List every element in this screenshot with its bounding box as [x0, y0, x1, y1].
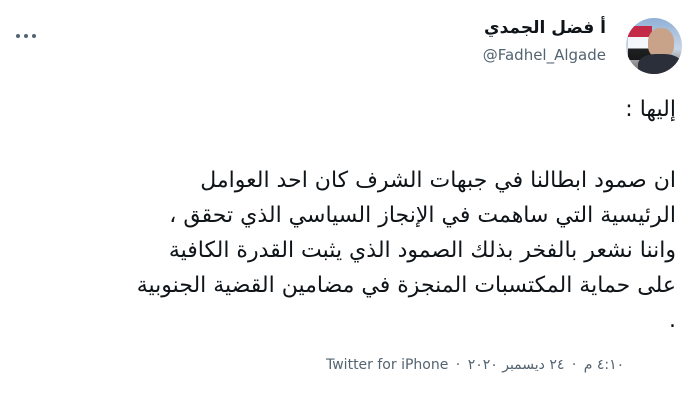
tweet-line: . [669, 308, 676, 333]
avatar[interactable] [626, 18, 682, 74]
tweet-line: الرئيسية التي ساهمت في الإنجاز السياسي ا… [169, 203, 676, 228]
tweet-meta: Twitter for iPhone · ٢٤ ديسمبر ٢٠٢٠ · ٤:… [326, 357, 624, 373]
tweet-date[interactable]: ٢٤ ديسمبر ٢٠٢٠ [468, 357, 565, 373]
tweet-line: إليها : [625, 97, 676, 122]
tweet-source[interactable]: Twitter for iPhone [326, 357, 448, 373]
meta-separator: · [455, 357, 461, 373]
author-display-name[interactable]: أ فضل الجمدي [484, 18, 606, 38]
more-options-icon[interactable] [14, 24, 38, 48]
meta-separator: · [571, 357, 577, 373]
tweet-line: ان صمود ابطالنا في جبهات الشرف كان احد ا… [200, 168, 676, 193]
tweet-line: على حماية المكتسبات المنجزة في مضامين ال… [136, 273, 676, 298]
tweet-text: إليها : ان صمود ابطالنا في جبهات الشرف ك… [16, 92, 676, 338]
tweet-card: أ فضل الجمدي @Fadhel_Algade إليها : ان ص… [0, 0, 700, 402]
author-handle[interactable]: @Fadhel_Algade [483, 46, 606, 64]
avatar-suit [638, 54, 682, 74]
tweet-line: واننا نشعر بالفخر بذلك الصمود الذي يثبت … [168, 238, 676, 263]
tweet-time[interactable]: ٤:١٠ م [584, 357, 624, 373]
